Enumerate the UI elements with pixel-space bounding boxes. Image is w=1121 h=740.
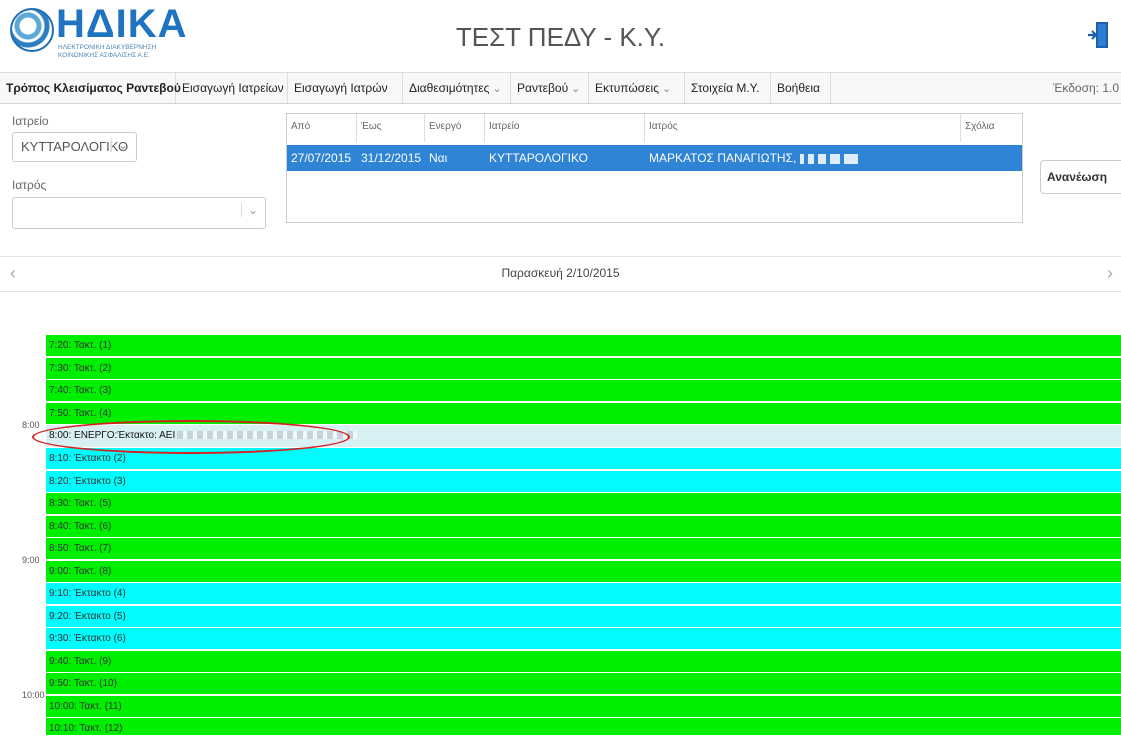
cell-doctor: ΜΑΡΚΑΤΟΣ ΠΑΝΑΓΙΩΤΗΣ, xyxy=(645,145,961,171)
menu-insert-offices[interactable]: Εισαγωγή Ιατρείων xyxy=(176,73,288,103)
logout-door-icon[interactable] xyxy=(1087,20,1109,50)
appointment-slot[interactable]: 8:50: Τακτ. (7) xyxy=(46,538,1121,560)
appointment-slot[interactable]: 9:00: Τακτ. (8) xyxy=(46,560,1121,583)
menu-label: Τρόπος Κλεισίματος Ραντεβού xyxy=(6,81,181,95)
column-header[interactable]: Ιατρείο xyxy=(485,114,645,142)
hour-label: 8:00 xyxy=(22,420,40,430)
page-title: ΤΕΣΤ ΠΕΔΥ - Κ.Υ. xyxy=(455,22,666,52)
chevron-down-icon: ⌄ xyxy=(241,203,258,217)
appointment-slot[interactable]: 9:20: Έκτακτο (5) xyxy=(46,605,1121,628)
doctor-select[interactable]: ⌄ xyxy=(12,197,266,229)
appointment-slot[interactable]: 9:10: Έκτακτο (4) xyxy=(46,583,1121,605)
menu-label: Εισαγωγή Ιατρείων xyxy=(182,81,284,95)
availability-grid: Από Έως Ενεργό Ιατρείο Ιατρός Σχόλια 27/… xyxy=(286,113,1023,223)
redacted-text xyxy=(799,153,858,164)
version-text: Έκδοση: 1.0 xyxy=(1052,81,1119,95)
appointment-slot[interactable]: 9:30: Έκτακτο (6) xyxy=(46,628,1121,650)
menu-appointments[interactable]: Ραντεβού ⌄ xyxy=(511,73,589,103)
appointment-slot[interactable]: 8:20: Έκτακτο (3) xyxy=(46,470,1121,493)
main-menu: Τρόπος Κλεισίματος Ραντεβού Εισαγωγή Ιατ… xyxy=(0,72,1121,104)
cell-office: ΚΥΤΤΑΡΟΛΟΓΙΚΟ xyxy=(489,151,588,165)
cell-active: Ναι xyxy=(429,151,448,165)
appointment-slot[interactable]: 10:00: Τακτ. (11) xyxy=(46,695,1121,718)
cell-to: 31/12/2015 xyxy=(361,151,422,165)
menu-insert-doctors[interactable]: Εισαγωγή Ιατρών xyxy=(288,73,403,103)
highlight-annotation-ellipse xyxy=(32,420,350,454)
appointment-slot[interactable]: 8:40: Τακτ. (6) xyxy=(46,515,1121,538)
next-day-chevron-icon[interactable]: › xyxy=(1107,263,1113,284)
menu-label: Διαθεσιμότητες xyxy=(409,81,490,95)
doctor-name: ΜΑΡΚΑΤΟΣ ΠΑΝΑΓΙΩΤΗΣ, xyxy=(649,151,797,165)
refresh-button[interactable]: Ανανέωση xyxy=(1040,160,1121,194)
menu-help[interactable]: Βοήθεια xyxy=(771,73,831,103)
appointment-slot[interactable]: 7:30: Τακτ. (2) xyxy=(46,357,1121,380)
chevron-down-icon: ⌄ xyxy=(662,83,672,95)
menu-label: Εκτυπώσεις xyxy=(595,81,659,95)
appointment-slot[interactable]: 9:40: Τακτ. (9) xyxy=(46,650,1121,673)
column-header[interactable]: Ιατρός xyxy=(645,114,961,142)
appointment-slot[interactable]: 10:10: Τακτ. (12) xyxy=(46,718,1121,736)
chevron-down-icon: ⌄ xyxy=(571,83,581,95)
menu-mu-details[interactable]: Στοιχεία Μ.Υ. xyxy=(685,73,771,103)
table-row[interactable]: 27/07/2015 31/12/2015 Ναι ΚΥΤΤΑΡΟΛΟΓΙΚΟ … xyxy=(287,145,1022,171)
chevron-down-icon: ⌄ xyxy=(111,138,128,152)
appointment-slot[interactable]: 9:50: Τακτ. (10) xyxy=(46,673,1121,695)
menu-appointment-closing-method[interactable]: Τρόπος Κλεισίματος Ραντεβού xyxy=(0,73,181,103)
hour-label: 10:00 xyxy=(22,690,45,700)
chevron-down-icon: ⌄ xyxy=(492,83,502,95)
menu-label: Εισαγωγή Ιατρών xyxy=(294,81,388,95)
appointment-slot[interactable]: 7:20: Τακτ. (1) xyxy=(46,335,1121,357)
office-label: Ιατρείο xyxy=(12,114,49,128)
appointment-slot[interactable]: 8:30: Τακτ. (5) xyxy=(46,493,1121,515)
hour-label: 9:00 xyxy=(22,555,40,565)
day-title: Παρασκευή 2/10/2015 xyxy=(501,266,620,280)
menu-label: Βοήθεια xyxy=(777,81,820,95)
app-header: ΗΔΙΚΑ ΗΛΕΚΤΡΟΝΙΚΗ ΔΙΑΚΥΒΕΡΝΗΣΗ ΚΟΙΝΩΝΙΚΗ… xyxy=(0,0,1121,70)
column-header[interactable]: Ενεργό xyxy=(425,114,485,142)
doctor-label: Ιατρός xyxy=(12,178,47,192)
office-select[interactable]: ΚΥΤΤΑΡΟΛΟΓΙΚΟ ⌄ xyxy=(12,132,137,162)
appointment-slot[interactable]: 7:40: Τακτ. (3) xyxy=(46,380,1121,402)
menu-label: Στοιχεία Μ.Υ. xyxy=(691,81,760,95)
menu-label: Ραντεβού xyxy=(517,81,569,95)
column-header[interactable]: Από xyxy=(287,114,357,142)
column-header[interactable]: Σχόλια xyxy=(961,114,1022,142)
menu-availability[interactable]: Διαθεσιμότητες ⌄ xyxy=(403,73,511,103)
column-header[interactable]: Έως xyxy=(357,114,425,142)
cell-comments xyxy=(961,145,1022,171)
cell-from: 27/07/2015 xyxy=(291,151,352,165)
menu-prints[interactable]: Εκτυπώσεις ⌄ xyxy=(589,73,685,103)
day-navigation: ‹ Παρασκευή 2/10/2015 › xyxy=(0,256,1121,292)
